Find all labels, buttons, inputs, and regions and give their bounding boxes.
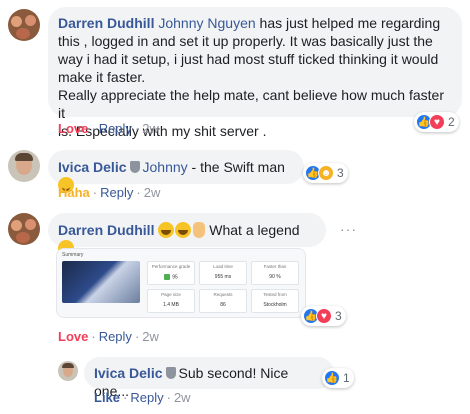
reply-button[interactable]: Reply xyxy=(99,329,132,344)
laughing-emoji-icon xyxy=(175,222,192,238)
comment-text: this , logged in and set it up properly.… xyxy=(58,33,433,49)
ok-hand-emoji-icon xyxy=(193,222,206,238)
comment-bubble: Ivica Delic Johnny - the Swift man xyxy=(48,150,304,193)
love-button[interactable]: Love xyxy=(58,121,88,136)
more-options-icon[interactable]: ··· xyxy=(340,221,357,237)
reaction-count: 2 xyxy=(448,115,455,129)
reaction-count: 1 xyxy=(343,371,350,385)
comment-line: Darren Dudhill Johnny Nguyen has just he… xyxy=(58,14,452,32)
reply-button[interactable]: Reply xyxy=(99,121,132,136)
comment-actions: Like · Reply · 2w xyxy=(94,390,191,405)
comment-author[interactable]: Darren Dudhill xyxy=(58,222,154,238)
reaction-summary[interactable]: 👍 ♥ 3 xyxy=(301,306,346,326)
love-button[interactable]: Love xyxy=(58,329,88,344)
metric-tested-from: Tested from Stockholm xyxy=(251,289,299,313)
reply-button[interactable]: Reply xyxy=(130,390,163,405)
comment-bubble: Darren Dudhill Johnny Nguyen has just he… xyxy=(48,7,462,139)
metric-value: 86 xyxy=(220,302,226,308)
metric-label: Page size xyxy=(161,292,181,297)
metric-label: Faster than xyxy=(263,264,287,269)
love-reaction-icon: ♥ xyxy=(316,308,332,324)
comment-text: way i had it setup, i just had most stuf… xyxy=(58,51,439,67)
comment-actions: Love · Reply · 2w xyxy=(58,329,159,344)
comment-actions: Love · Reply · 2w xyxy=(58,121,159,136)
reply-button[interactable]: Reply xyxy=(100,185,133,200)
like-button[interactable]: Like xyxy=(94,390,120,405)
tagged-user[interactable]: Johnny xyxy=(143,159,188,175)
like-reaction-icon: 👍 xyxy=(324,370,340,386)
metric-value: 95 xyxy=(172,274,178,281)
metric-value: 955 ms xyxy=(214,274,232,280)
timestamp[interactable]: 2w xyxy=(174,390,191,405)
metric-value: Stockholm xyxy=(263,302,287,308)
metric-value: 90 % xyxy=(269,274,281,280)
timestamp[interactable]: 2w xyxy=(142,329,159,344)
metric-label: Performance grade xyxy=(151,264,191,269)
reaction-summary[interactable]: 👍 1 xyxy=(322,368,354,388)
metric-faster-than: Faster than 90 % xyxy=(251,261,299,285)
love-reaction-icon: ♥ xyxy=(429,114,445,130)
moderator-shield-icon xyxy=(165,367,176,379)
comment-text: - the Swift man xyxy=(187,159,285,175)
reaction-summary[interactable]: 👍 ♥ 2 xyxy=(414,112,459,132)
metric-label: Tested from xyxy=(263,292,287,297)
avatar[interactable] xyxy=(8,9,40,41)
comment-bubble: Ivica Delic Sub second! Nice one... xyxy=(84,357,334,399)
timestamp[interactable]: 2w xyxy=(144,185,161,200)
site-thumbnail xyxy=(62,261,140,303)
tagged-user[interactable]: Johnny Nguyen xyxy=(158,15,255,31)
reaction-summary[interactable]: 👍 ☻ 3 xyxy=(303,163,348,183)
card-summary-label: Summary xyxy=(62,252,84,258)
comment-author[interactable]: Ivica Delic xyxy=(94,365,163,381)
avatar[interactable] xyxy=(58,361,78,381)
metric-label: Load time xyxy=(213,264,233,269)
comment-text: make it faster. xyxy=(58,69,146,85)
laughing-emoji-icon xyxy=(158,222,175,238)
comment-text: has just helped me regarding xyxy=(255,15,441,31)
comment-text: Really appreciate the help mate, cant be… xyxy=(58,87,444,121)
reaction-count: 3 xyxy=(337,166,344,180)
timestamp[interactable]: 2w xyxy=(142,121,159,136)
metric-load-time: Load time 955 ms xyxy=(199,261,247,285)
metric-value: 1.4 MB xyxy=(163,302,179,308)
grade-badge xyxy=(164,274,171,280)
metric-label: Requests xyxy=(213,292,233,297)
haha-reaction-icon: ☻ xyxy=(318,165,334,181)
comment-author[interactable]: Ivica Delic xyxy=(58,159,127,175)
reaction-count: 3 xyxy=(335,309,342,323)
avatar[interactable] xyxy=(8,150,40,182)
avatar[interactable] xyxy=(8,213,40,245)
attached-screenshot[interactable]: Summary Performance grade 95 Load time 9… xyxy=(56,248,306,318)
metric-requests: Requests 86 xyxy=(199,289,247,313)
comment-bubble: Darren Dudhill What a legend xyxy=(48,213,326,256)
metric-performance-grade: Performance grade 95 xyxy=(147,261,195,285)
haha-button[interactable]: Haha xyxy=(58,185,90,200)
comment-actions: Haha · Reply · 2w xyxy=(58,185,161,200)
comment-author[interactable]: Darren Dudhill xyxy=(58,15,154,31)
moderator-shield-icon xyxy=(129,161,140,173)
metric-page-size: Page size 1.4 MB xyxy=(147,289,195,313)
comment-text: What a legend xyxy=(209,222,300,238)
